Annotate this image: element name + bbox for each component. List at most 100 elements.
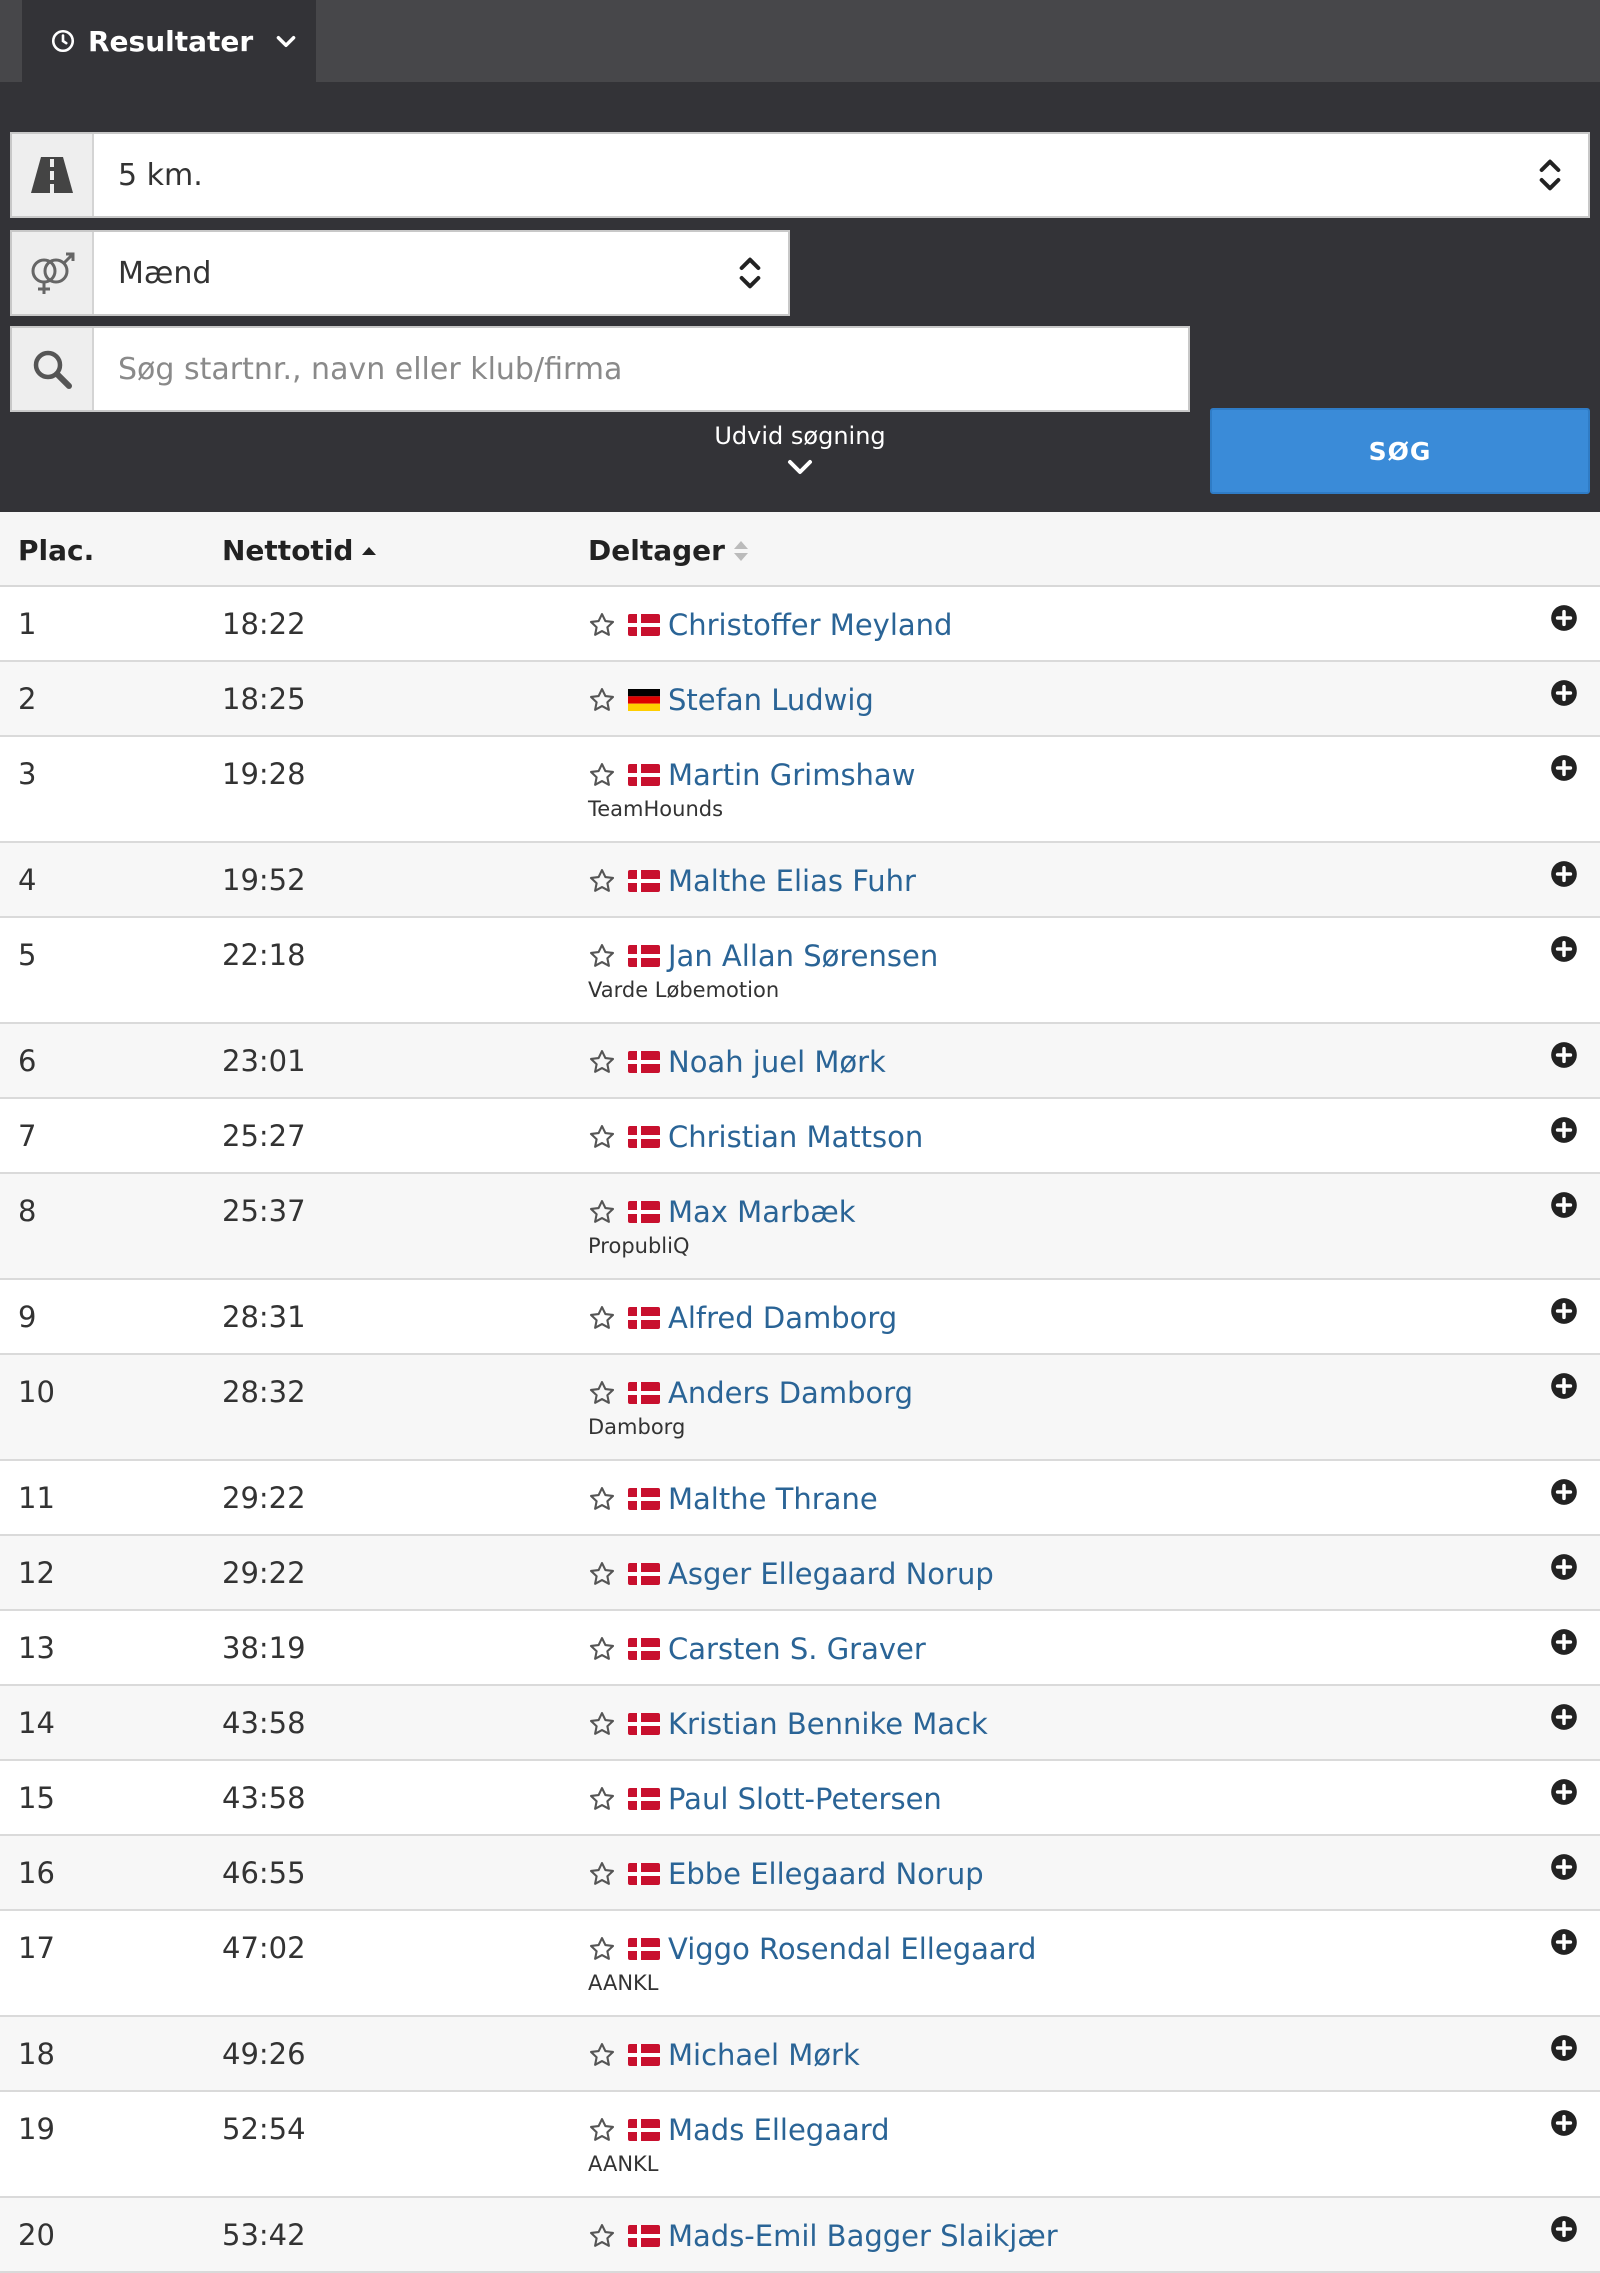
participant-name-link[interactable]: Christian Mattson (668, 1120, 923, 1154)
expand-row-plus-icon[interactable] (1550, 1778, 1578, 1806)
participant-name-link[interactable]: Ebbe Ellegaard Norup (668, 1857, 984, 1891)
participant-name-link[interactable]: Christoffer Meyland (668, 608, 952, 642)
favorite-star-icon[interactable] (588, 2041, 616, 2069)
denmark-flag-icon (628, 1938, 660, 1960)
expand-row-plus-icon[interactable] (1550, 935, 1578, 963)
participant-cell: Christian Mattson (588, 1117, 923, 1157)
expand-row-plus-icon[interactable] (1550, 1928, 1578, 1956)
favorite-star-icon[interactable] (588, 1379, 616, 1407)
table-row: 11 29:22 Malthe Thrane (0, 1461, 1600, 1536)
expand-row-plus-icon[interactable] (1550, 754, 1578, 782)
participant-name-link[interactable]: Malthe Thrane (668, 1482, 878, 1516)
row-place: 6 (18, 1044, 37, 1078)
participant-name-link[interactable]: Michael Mørk (668, 2038, 860, 2072)
row-net-time: 19:52 (222, 863, 306, 897)
filter-panel: 5 km. Mænd SØG Udvid søgnin (0, 82, 1600, 512)
expand-row-plus-icon[interactable] (1550, 2109, 1578, 2137)
participant-name-link[interactable]: Alfred Damborg (668, 1301, 897, 1335)
favorite-star-icon[interactable] (588, 1048, 616, 1076)
column-participant[interactable]: Deltager (588, 534, 751, 567)
favorite-star-icon[interactable] (588, 1198, 616, 1226)
expand-row-plus-icon[interactable] (1550, 1191, 1578, 1219)
participant-cell: Anders Damborg Damborg (588, 1373, 913, 1439)
participant-name-link[interactable]: Carsten S. Graver (668, 1632, 926, 1666)
denmark-flag-icon (628, 1126, 660, 1148)
favorite-star-icon[interactable] (588, 1304, 616, 1332)
row-place: 3 (18, 757, 37, 791)
expand-row-plus-icon[interactable] (1550, 679, 1578, 707)
participant-name-link[interactable]: Asger Ellegaard Norup (668, 1557, 994, 1591)
participant-name-link[interactable]: Jan Allan Sørensen (668, 939, 938, 973)
expand-row-plus-icon[interactable] (1550, 1853, 1578, 1881)
participant-name-link[interactable]: Viggo Rosendal Ellegaard (668, 1932, 1036, 1966)
favorite-star-icon[interactable] (588, 942, 616, 970)
favorite-star-icon[interactable] (588, 1485, 616, 1513)
expand-row-plus-icon[interactable] (1550, 2034, 1578, 2062)
expand-row-plus-icon[interactable] (1550, 860, 1578, 888)
results-tab[interactable]: Resultater (22, 0, 316, 82)
column-net-time[interactable]: Nettotid (222, 534, 379, 567)
row-net-time: 52:54 (222, 2112, 306, 2146)
favorite-star-icon[interactable] (588, 1785, 616, 1813)
distance-addon (12, 134, 94, 216)
row-place: 4 (18, 863, 37, 897)
expand-row-plus-icon[interactable] (1550, 1297, 1578, 1325)
expand-row-plus-icon[interactable] (1550, 1372, 1578, 1400)
select-arrows-icon (739, 257, 761, 289)
gender-select[interactable]: Mænd (10, 230, 790, 316)
favorite-star-icon[interactable] (588, 2222, 616, 2250)
denmark-flag-icon (628, 2119, 660, 2141)
participant-name-link[interactable]: Max Marbæk (668, 1195, 856, 1229)
denmark-flag-icon (628, 1863, 660, 1885)
participant-club: PropubliQ (588, 1234, 690, 1258)
row-place: 12 (18, 1556, 55, 1590)
participant-name-link[interactable]: Paul Slott-Petersen (668, 1782, 942, 1816)
favorite-star-icon[interactable] (588, 2116, 616, 2144)
expand-row-plus-icon[interactable] (1550, 1553, 1578, 1581)
table-row: 13 38:19 Carsten S. Graver (0, 1611, 1600, 1686)
participant-club: Varde Løbemotion (588, 978, 780, 1002)
expand-search-toggle[interactable]: Udvid søgning (0, 422, 1600, 480)
expand-row-plus-icon[interactable] (1550, 2215, 1578, 2243)
expand-row-plus-icon[interactable] (1550, 604, 1578, 632)
germany-flag-icon (628, 689, 660, 711)
participant-name-link[interactable]: Anders Damborg (668, 1376, 913, 1410)
favorite-star-icon[interactable] (588, 686, 616, 714)
search-input[interactable] (94, 328, 1188, 410)
favorite-star-icon[interactable] (588, 1635, 616, 1663)
favorite-star-icon[interactable] (588, 1560, 616, 1588)
participant-name-link[interactable]: Stefan Ludwig (668, 683, 874, 717)
expand-row-plus-icon[interactable] (1550, 1116, 1578, 1144)
participant-name-link[interactable]: Mads Ellegaard (668, 2113, 890, 2147)
participant-name-link[interactable]: Kristian Bennike Mack (668, 1707, 988, 1741)
column-place[interactable]: Plac. (18, 534, 94, 567)
participant-cell: Alfred Damborg (588, 1298, 897, 1338)
participant-name-link[interactable]: Martin Grimshaw (668, 758, 915, 792)
participant-name-link[interactable]: Mads-Emil Bagger Slaikjær (668, 2219, 1058, 2253)
participant-name-link[interactable]: Noah juel Mørk (668, 1045, 886, 1079)
expand-row-plus-icon[interactable] (1550, 1703, 1578, 1731)
participant-club: TeamHounds (588, 797, 724, 821)
favorite-star-icon[interactable] (588, 611, 616, 639)
favorite-star-icon[interactable] (588, 1935, 616, 1963)
expand-row-plus-icon[interactable] (1550, 1478, 1578, 1506)
table-row: 6 23:01 Noah juel Mørk (0, 1024, 1600, 1099)
participant-cell: Paul Slott-Petersen (588, 1779, 942, 1819)
favorite-star-icon[interactable] (588, 1710, 616, 1738)
participant-cell: Viggo Rosendal Ellegaard AANKL (588, 1929, 1036, 1995)
favorite-star-icon[interactable] (588, 1123, 616, 1151)
expand-row-plus-icon[interactable] (1550, 1041, 1578, 1069)
distance-select[interactable]: 5 km. (10, 132, 1590, 218)
expand-row-plus-icon[interactable] (1550, 1628, 1578, 1656)
favorite-star-icon[interactable] (588, 761, 616, 789)
sort-asc-icon (362, 546, 377, 555)
column-place-label: Plac. (18, 534, 95, 567)
row-place: 19 (18, 2112, 55, 2146)
row-net-time: 43:58 (222, 1781, 306, 1815)
favorite-star-icon[interactable] (588, 867, 616, 895)
participant-name-link[interactable]: Malthe Elias Fuhr (668, 864, 916, 898)
row-place: 7 (18, 1119, 37, 1153)
participant-cell: Ebbe Ellegaard Norup (588, 1854, 984, 1894)
row-place: 15 (18, 1781, 55, 1815)
favorite-star-icon[interactable] (588, 1860, 616, 1888)
